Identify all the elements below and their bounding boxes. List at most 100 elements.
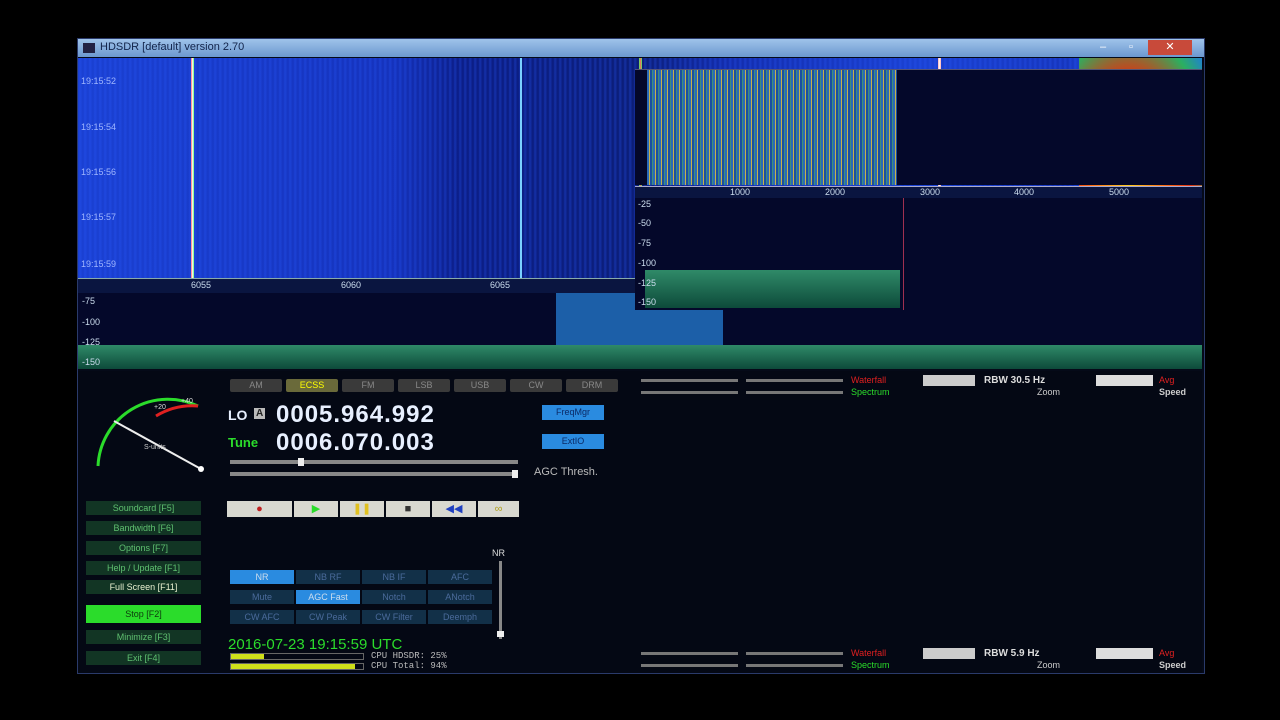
- af-rbw-stepper[interactable]: [923, 648, 975, 659]
- waterfall-contrast-slider[interactable]: [641, 379, 738, 382]
- db-label: -125: [82, 337, 101, 347]
- lo-label: LO: [228, 407, 248, 423]
- mode-fm[interactable]: FM: [342, 379, 394, 392]
- af-spectrum-trace: [645, 270, 900, 308]
- mode-usb[interactable]: USB: [454, 379, 506, 392]
- af-db-label: -125: [638, 278, 657, 288]
- stop-playback-button[interactable]: ■: [386, 501, 430, 517]
- freq-tick: 6065: [489, 280, 511, 290]
- anotch-button[interactable]: ANotch: [428, 590, 492, 604]
- loop-button[interactable]: ∞: [478, 501, 519, 517]
- agc-slider[interactable]: [230, 470, 518, 478]
- noise-floor: [78, 345, 1202, 369]
- spectrum-brightness-slider[interactable]: [746, 391, 843, 394]
- bottom-display-controls: Waterfall Spectrum RBW 5.9 Hz Zoom Avg S…: [641, 648, 1201, 672]
- af-spectrum-label: Spectrum: [851, 660, 890, 670]
- timestamp: 19:15:57: [81, 212, 117, 222]
- af-tick: 1000: [729, 187, 751, 197]
- s-meter-label: S-units: [144, 444, 166, 451]
- afc-button[interactable]: AFC: [428, 570, 492, 584]
- deemph-button[interactable]: Deemph: [428, 610, 492, 624]
- carrier-line: [520, 58, 522, 278]
- extio-button[interactable]: ExtIO: [542, 434, 604, 449]
- carrier-line: [191, 58, 194, 278]
- cpu-total-bar: [230, 663, 364, 670]
- lo-badge[interactable]: A: [254, 408, 266, 419]
- af-waterfall-brightness-slider[interactable]: [746, 652, 843, 655]
- fullscreen-button[interactable]: Full Screen [F11]: [86, 580, 201, 594]
- cw-filter-button[interactable]: CW Filter: [362, 610, 426, 624]
- af-tick: 2000: [824, 187, 846, 197]
- tune-frequency-display[interactable]: 0006.070.003: [276, 429, 435, 457]
- rewind-button[interactable]: ◀◀: [432, 501, 476, 517]
- cw-peak-button[interactable]: CW Peak: [296, 610, 360, 624]
- transport-bar: ● ▶ ❚❚ ■ ◀◀ ∞: [227, 501, 519, 517]
- af-speed-label: Speed: [1159, 660, 1187, 670]
- mode-lsb[interactable]: LSB: [398, 379, 450, 392]
- rbw-readout: RBW 30.5 Hz: [984, 375, 1046, 386]
- af-waterfall-contrast-slider[interactable]: [641, 652, 738, 655]
- db-label: -100: [82, 317, 101, 327]
- nb-if-button[interactable]: NB IF: [362, 570, 426, 584]
- af-db-label: -100: [638, 258, 657, 268]
- play-button[interactable]: ▶: [294, 501, 338, 517]
- soundcard-button[interactable]: Soundcard [F5]: [86, 501, 201, 515]
- af-tick: 5000: [1108, 187, 1130, 197]
- af-waterfall[interactable]: [635, 69, 1202, 185]
- exit-button[interactable]: Exit [F4]: [86, 651, 201, 665]
- af-db-label: -75: [638, 238, 652, 248]
- avg-select[interactable]: [1096, 375, 1153, 386]
- maximize-button[interactable]: ▫: [1120, 40, 1142, 55]
- mode-drm[interactable]: DRM: [566, 379, 618, 392]
- mode-am[interactable]: AM: [230, 379, 282, 392]
- app-icon: [83, 43, 95, 53]
- waterfall-label: Waterfall: [851, 375, 887, 385]
- speed-label: Speed: [1159, 387, 1187, 397]
- mute-button[interactable]: Mute: [230, 590, 294, 604]
- af-db-label: -50: [638, 218, 652, 228]
- waterfall-brightness-slider[interactable]: [746, 379, 843, 382]
- help-button[interactable]: Help / Update [F1]: [86, 561, 201, 575]
- af-zoom-label: Zoom: [1037, 660, 1061, 670]
- af-spectrum-brightness-slider[interactable]: [746, 664, 843, 667]
- db-label: -150: [82, 357, 101, 367]
- nr-slider[interactable]: [497, 561, 504, 639]
- spectrum-contrast-slider[interactable]: [641, 391, 738, 394]
- tune-label: Tune: [228, 435, 259, 450]
- bandwidth-button[interactable]: Bandwidth [F6]: [86, 521, 201, 535]
- filter-edge-marker[interactable]: [903, 198, 904, 310]
- af-waterfall-label: Waterfall: [851, 648, 887, 658]
- window-title: HDSDR [default] version 2.70: [100, 41, 245, 53]
- timestamp: 19:15:54: [81, 122, 117, 132]
- record-button[interactable]: ●: [227, 501, 292, 517]
- cw-afc-button[interactable]: CW AFC: [230, 610, 294, 624]
- close-button[interactable]: ✕: [1148, 40, 1192, 55]
- volume-slider[interactable]: [230, 458, 518, 466]
- s-meter-mark: +20: [154, 404, 166, 411]
- freqmgr-button[interactable]: FreqMgr: [542, 405, 604, 420]
- options-button[interactable]: Options [F7]: [86, 541, 201, 555]
- af-tick: 3000: [919, 187, 941, 197]
- af-spectrum[interactable]: -25 -50 -75 -100 -125 -150: [635, 198, 1202, 310]
- lo-frequency-display[interactable]: 0005.964.992: [276, 401, 435, 429]
- nr-slider-label: NR: [492, 548, 505, 558]
- mode-ecss[interactable]: ECSS: [286, 379, 338, 392]
- rbw-stepper[interactable]: [923, 375, 975, 386]
- pause-button[interactable]: ❚❚: [340, 501, 384, 517]
- notch-button[interactable]: Notch: [362, 590, 426, 604]
- minimize-button[interactable]: –: [1092, 40, 1114, 55]
- avg-label: Avg: [1159, 375, 1175, 385]
- agc-thresh-label: AGC Thresh.: [534, 466, 598, 478]
- cpu-hdsdr-readout: CPU HDSDR: 25%: [371, 651, 447, 661]
- agc-fast-button[interactable]: AGC Fast: [296, 590, 360, 604]
- af-avg-select[interactable]: [1096, 648, 1153, 659]
- af-spectrum-contrast-slider[interactable]: [641, 664, 738, 667]
- minimize-app-button[interactable]: Minimize [F3]: [86, 630, 201, 644]
- stop-button[interactable]: Stop [F2]: [86, 605, 201, 623]
- timestamp: 19:15:59: [81, 259, 117, 269]
- mode-cw[interactable]: CW: [510, 379, 562, 392]
- nr-button[interactable]: NR: [230, 570, 294, 584]
- title-bar[interactable]: HDSDR [default] version 2.70 – ▫ ✕: [78, 39, 1204, 57]
- cpu-total-readout: CPU Total: 94%: [371, 661, 447, 671]
- nb-rf-button[interactable]: NB RF: [296, 570, 360, 584]
